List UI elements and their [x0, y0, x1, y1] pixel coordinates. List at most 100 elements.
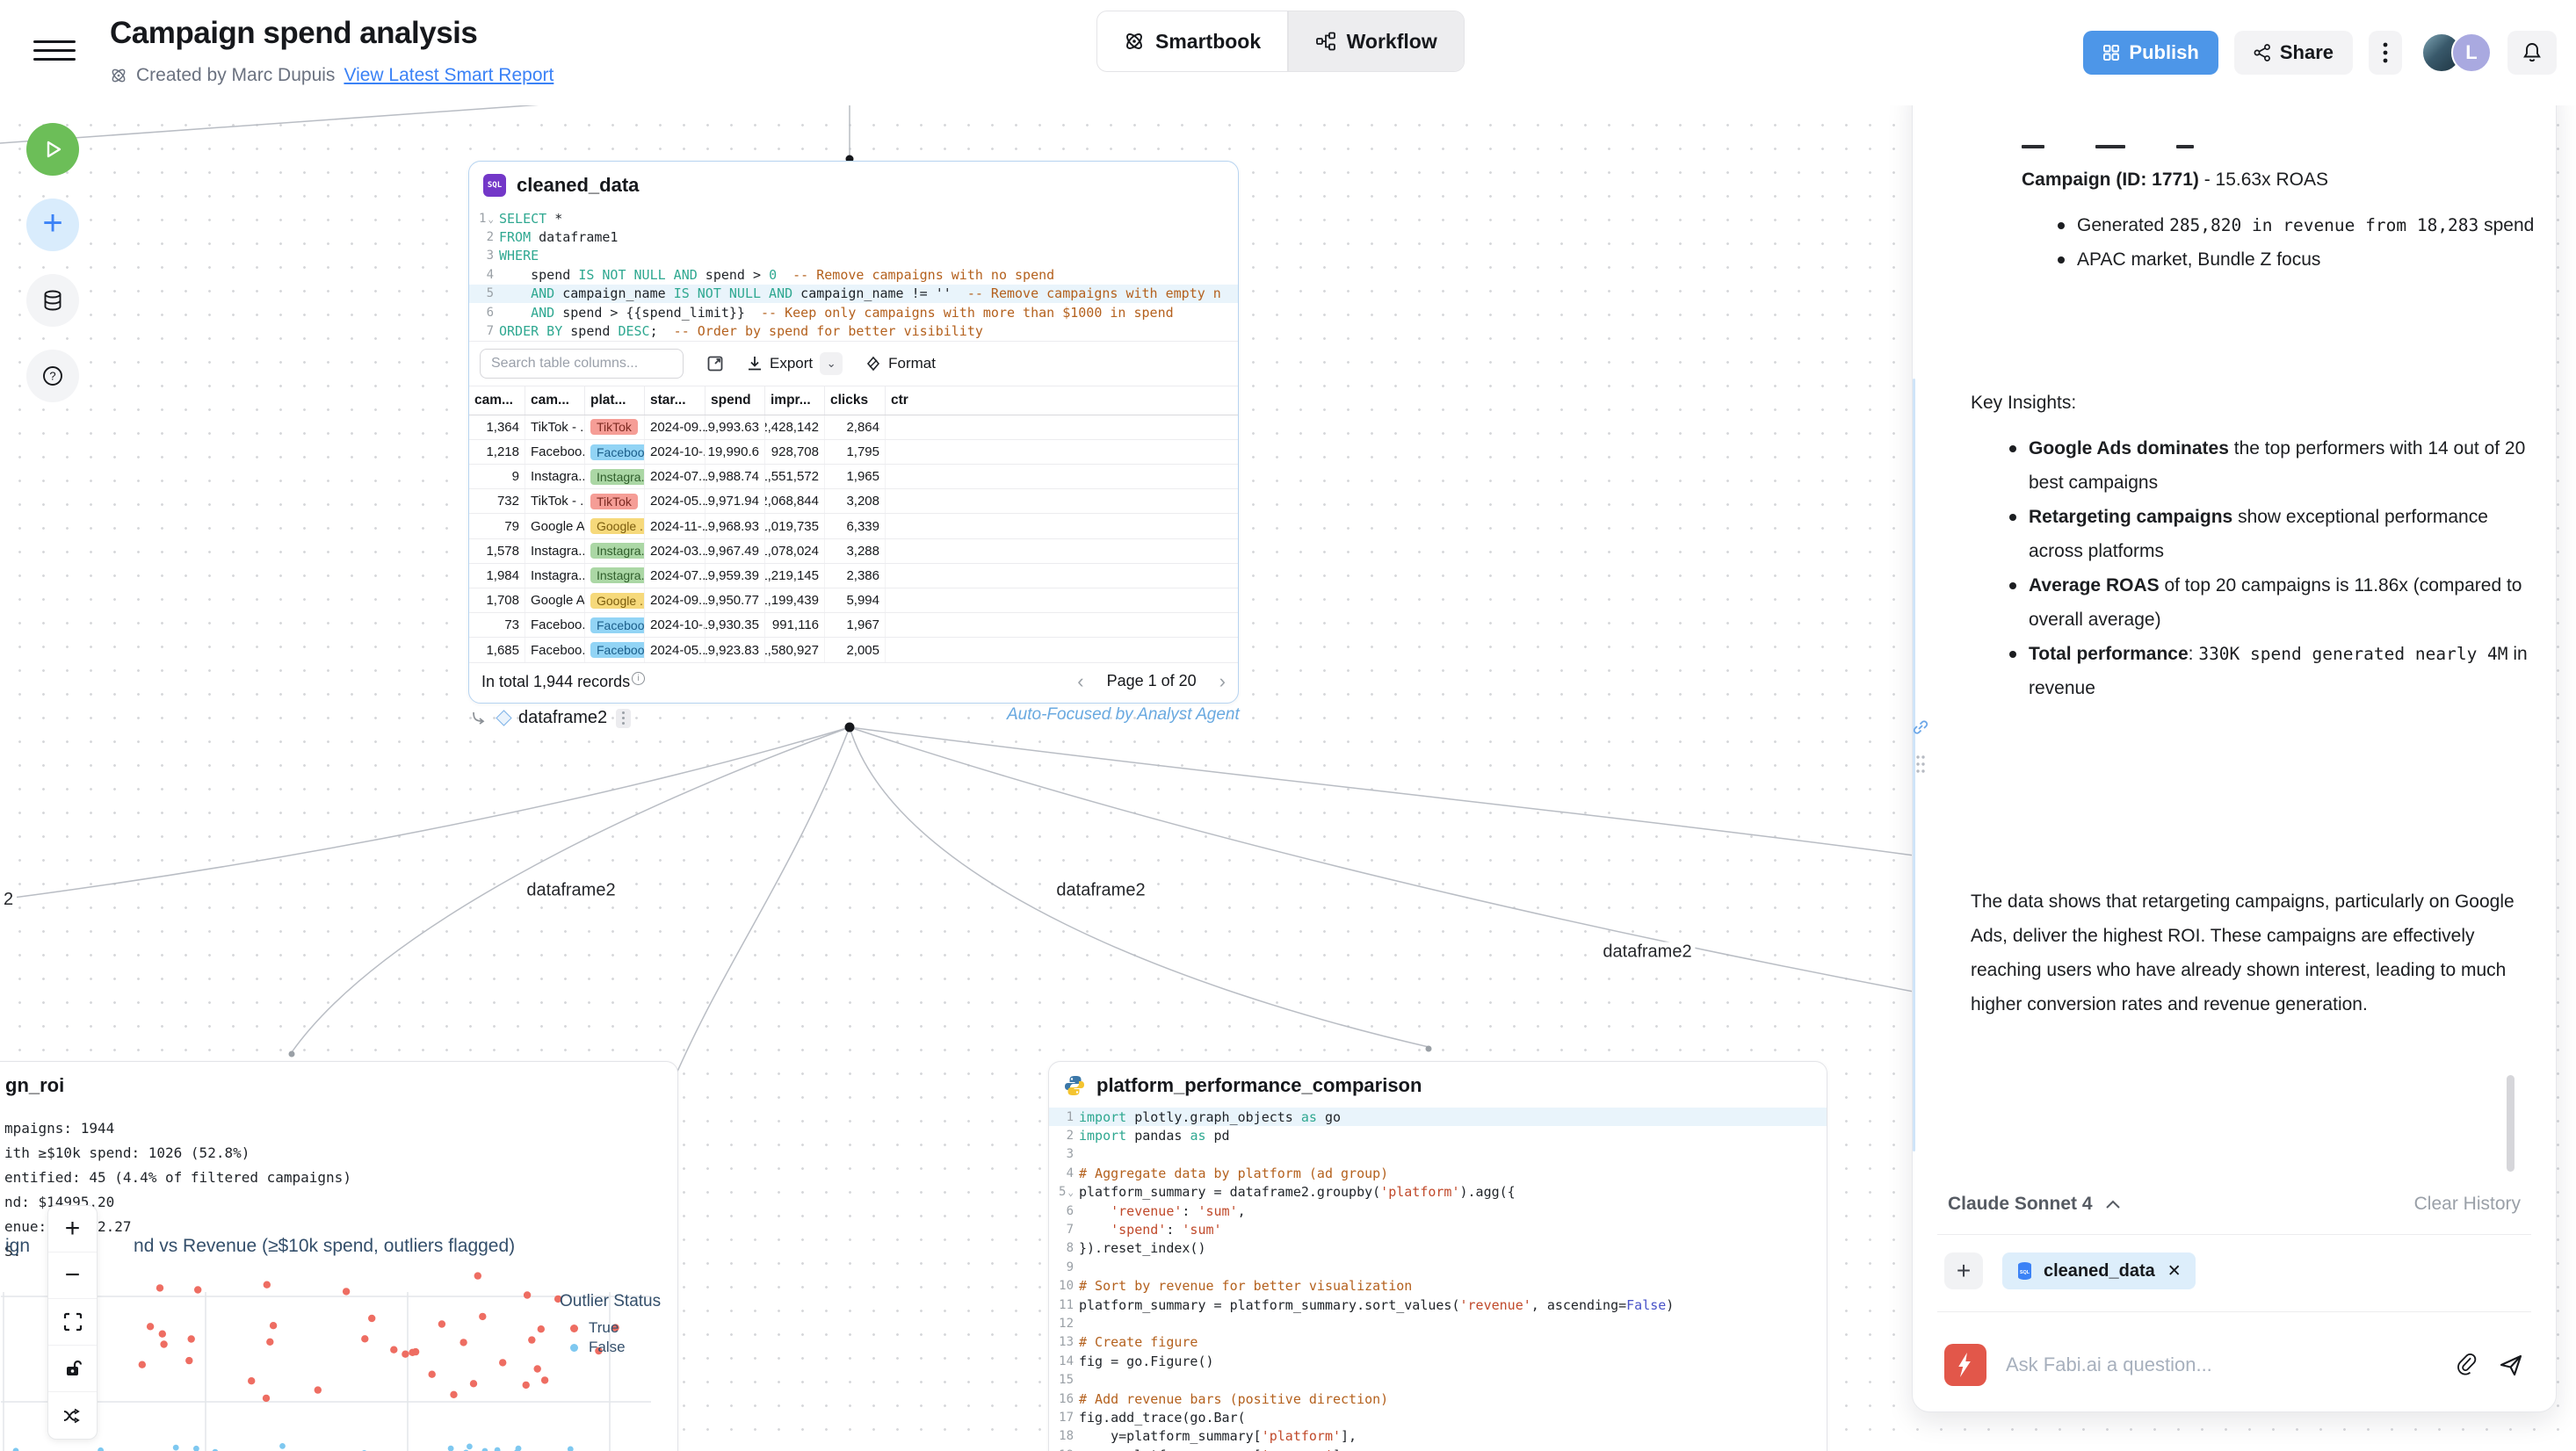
- table-row[interactable]: 1,685Faceboo...Faceboo...2024-05...19,92…: [469, 638, 1238, 662]
- code-line[interactable]: 11platform_summary = platform_summary.so…: [1049, 1296, 1827, 1314]
- export-options-chevron[interactable]: ⌄: [820, 352, 843, 375]
- code-line[interactable]: 8}).reset_index(): [1049, 1239, 1827, 1258]
- code-line[interactable]: 10# Sort by revenue for better visualiza…: [1049, 1277, 1827, 1296]
- code-line[interactable]: 3: [1049, 1145, 1827, 1164]
- view-smart-report-link[interactable]: View Latest Smart Report: [344, 65, 554, 86]
- table-row[interactable]: 9Instagra...Instagra...2024-07...19,988.…: [469, 465, 1238, 489]
- message-scrollbar[interactable]: [2507, 1075, 2514, 1172]
- ask-fabi-input[interactable]: [2006, 1354, 2436, 1376]
- table-row[interactable]: 1,218Faceboo...Faceboo...2024-10-...19,9…: [469, 440, 1238, 465]
- column-header[interactable]: spend: [706, 386, 765, 415]
- share-button[interactable]: Share: [2234, 31, 2353, 75]
- table-row[interactable]: 1,364TikTok - ...TikTok2024-09...19,993.…: [469, 415, 1238, 440]
- column-header[interactable]: plat...: [585, 386, 645, 415]
- panel-drag-handle[interactable]: [1915, 754, 1926, 783]
- code-line[interactable]: 1⌄SELECT *: [469, 209, 1238, 227]
- code-line[interactable]: 14fig = go.Figure(): [1049, 1352, 1827, 1370]
- format-button[interactable]: Format: [865, 355, 936, 372]
- node-platform-performance[interactable]: platform_performance_comparison 1import …: [1048, 1061, 1827, 1451]
- chart-legend[interactable]: Outlier Status True False: [560, 1292, 661, 1357]
- fabi-logo: [1944, 1344, 1986, 1386]
- add-cell-button[interactable]: +: [26, 199, 79, 251]
- code-line[interactable]: 17fig.add_trace(go.Bar(: [1049, 1408, 1827, 1426]
- code-line[interactable]: 2FROM dataframe1: [469, 227, 1238, 246]
- code-line[interactable]: 9: [1049, 1258, 1827, 1276]
- column-header[interactable]: impr...: [765, 386, 825, 415]
- publish-grid-icon: [2102, 44, 2120, 61]
- code-line[interactable]: 12: [1049, 1314, 1827, 1332]
- more-options-button[interactable]: [2369, 31, 2402, 75]
- table-row[interactable]: 1,708Google A...Google ...2024-09...19,9…: [469, 588, 1238, 613]
- prev-page-button[interactable]: ‹: [1077, 670, 1083, 693]
- collaborator-avatars[interactable]: L: [2421, 32, 2492, 73]
- output-dataframe-chip[interactable]: dataframe2: [518, 708, 607, 728]
- table-row[interactable]: 1,578Instagra...Instagra...2024-03...19,…: [469, 539, 1238, 564]
- add-context-button[interactable]: +: [1944, 1252, 1983, 1289]
- code-line[interactable]: 13# Create figure: [1049, 1333, 1827, 1352]
- code-line[interactable]: 4 spend IS NOT NULL AND spend > 0 -- Rem…: [469, 265, 1238, 284]
- next-page-button[interactable]: ›: [1219, 670, 1226, 693]
- help-button[interactable]: ?: [26, 350, 79, 402]
- export-button[interactable]: Export ⌄: [747, 352, 843, 375]
- code-line[interactable]: 6 'revenue': 'sum',: [1049, 1202, 1827, 1220]
- model-selector[interactable]: Claude Sonnet 4: [1948, 1194, 2121, 1215]
- platform-badge: Instagra...: [590, 567, 645, 583]
- node-output-handle[interactable]: [845, 723, 855, 733]
- column-header[interactable]: cam...: [469, 386, 525, 415]
- zoom-in-button[interactable]: +: [48, 1206, 97, 1252]
- notifications-button[interactable]: [2507, 31, 2557, 75]
- clear-history-button[interactable]: Clear History: [2414, 1194, 2521, 1215]
- context-chip-cleaned-data[interactable]: SQL cleaned_data ✕: [2002, 1252, 2196, 1289]
- table-row[interactable]: 73Faceboo...Faceboo...2024-10-...19,930.…: [469, 613, 1238, 638]
- column-header[interactable]: clicks: [825, 386, 886, 415]
- code-line[interactable]: 6 AND spend > {{spend_limit}} -- Keep on…: [469, 303, 1238, 321]
- code-line[interactable]: 16# Add revenue bars (positive direction…: [1049, 1390, 1827, 1408]
- lock-button[interactable]: [48, 1346, 97, 1392]
- column-header[interactable]: ctr: [886, 386, 1238, 415]
- attach-icon[interactable]: [2456, 1353, 2478, 1377]
- sql-editor[interactable]: 1⌄SELECT *2FROM dataframe13WHERE4 spend …: [469, 209, 1238, 341]
- avatar-letter[interactable]: L: [2451, 32, 2492, 73]
- zoom-out-button[interactable]: −: [48, 1252, 97, 1299]
- send-icon[interactable]: [2498, 1352, 2524, 1378]
- code-line[interactable]: 15: [1049, 1370, 1827, 1389]
- code-line[interactable]: 7 'spend': 'sum': [1049, 1220, 1827, 1238]
- column-header[interactable]: star...: [645, 386, 706, 415]
- node-campaign-roi[interactable]: gn_roi mpaigns: 1944ith ≥$10k spend: 102…: [0, 1061, 678, 1451]
- node-cleaned-data[interactable]: SQL cleaned_data 1⌄SELECT *2FROM datafra…: [468, 161, 1239, 704]
- code-line[interactable]: 5 AND campaign_name IS NOT NULL AND camp…: [469, 285, 1238, 303]
- menu-button[interactable]: [33, 32, 76, 69]
- code-line[interactable]: 7ORDER BY spend DESC; -- Order by spend …: [469, 321, 1238, 340]
- code-line[interactable]: 4# Aggregate data by platform (ad group): [1049, 1164, 1827, 1182]
- shuffle-button[interactable]: [48, 1392, 97, 1439]
- python-editor[interactable]: 1import plotly.graph_objects as go2impor…: [1049, 1108, 1827, 1451]
- publish-button[interactable]: Publish: [2083, 31, 2218, 75]
- result-table[interactable]: 1,364TikTok - ...TikTok2024-09...19,993.…: [469, 415, 1238, 663]
- table-row[interactable]: 79Google A...Google ...2024-11-...19,968…: [469, 514, 1238, 538]
- table-row[interactable]: 1,984Instagra...Instagra...2024-07...19,…: [469, 564, 1238, 588]
- fit-view-button[interactable]: [48, 1299, 97, 1346]
- legend-item-true[interactable]: True: [560, 1318, 661, 1338]
- table-header-row[interactable]: cam...cam...plat...star...spendimpr...cl…: [469, 386, 1238, 415]
- column-header[interactable]: cam...: [525, 386, 585, 415]
- code-line[interactable]: 18 y=platform_summary['platform'],: [1049, 1427, 1827, 1446]
- drag-handle[interactable]: [616, 709, 631, 728]
- search-table-columns-input[interactable]: [480, 349, 684, 379]
- expand-table-button[interactable]: [706, 355, 724, 372]
- fabi-lightning-icon: [1955, 1352, 1976, 1378]
- run-workflow-button[interactable]: [26, 123, 79, 176]
- legend-item-false[interactable]: False: [560, 1338, 661, 1357]
- code-line[interactable]: 1import plotly.graph_objects as go: [1049, 1108, 1827, 1126]
- code-line[interactable]: 5⌄platform_summary = dataframe2.groupby(…: [1049, 1183, 1827, 1202]
- tab-workflow[interactable]: Workflow: [1289, 11, 1464, 71]
- info-icon[interactable]: i: [632, 672, 645, 685]
- code-line[interactable]: 19 x=platform_summary['revenue'],: [1049, 1446, 1827, 1451]
- platform-badge: Google ...: [590, 593, 645, 609]
- data-sources-button[interactable]: [26, 274, 79, 327]
- panel-detach-button[interactable]: [1912, 718, 1929, 740]
- code-line[interactable]: 3WHERE: [469, 247, 1238, 265]
- remove-context-icon[interactable]: ✕: [2167, 1261, 2182, 1281]
- code-line[interactable]: 2import pandas as pd: [1049, 1126, 1827, 1144]
- tab-smartbook[interactable]: Smartbook: [1097, 11, 1287, 71]
- table-row[interactable]: 732TikTok - ...TikTok2024-05...19,971.94…: [469, 489, 1238, 514]
